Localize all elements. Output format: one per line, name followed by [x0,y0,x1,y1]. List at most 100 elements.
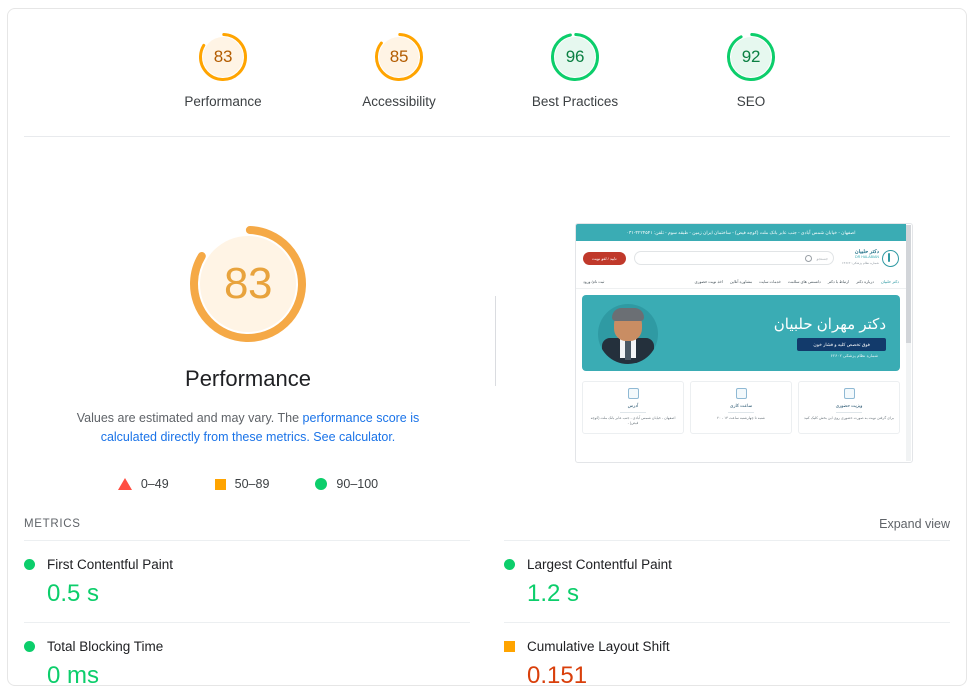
metric-cumulative-layout-shift[interactable]: Cumulative Layout Shift 0.151 [504,622,950,694]
circle-icon [24,559,35,570]
thumb-hero-license: شماره نظام پزشکی ۶۲۶۰۲ [830,353,878,358]
circle-icon [315,478,328,490]
description-text: Values are estimated and may vary. The [76,411,303,425]
card-body: شنبه تا چهارشنبه ساعت ۱۴ - ۲۰ [717,415,765,420]
metric-header: Cumulative Layout Shift [504,639,950,654]
metric-name: Largest Contentful Paint [527,557,672,572]
thumb-info-card: ویزیت حضوری برای گرفتن نوبت به صورت حضور… [798,381,900,434]
thumb-info-card: آدرس اصفهان - خیابان شمس آبادی - جنب عاب… [582,381,684,434]
metrics-grid: First Contentful Paint 0.5 s Largest Con… [24,540,950,694]
gauge-label: Performance [184,94,262,109]
card-title: آدرس [627,403,639,408]
metric-value: 1.2 s [527,580,580,607]
performance-gauge: 83 [185,221,311,347]
circle-icon [504,559,515,570]
metric-header: Largest Contentful Paint [504,557,950,572]
see-calculator-link[interactable]: See calculator. [310,430,395,444]
thumb-nav-item: دانستنی های سلامت [787,279,821,284]
thumb-announcement-bar: اصفهان - خیابان شمس آبادی - جنب عابر بان… [576,224,906,241]
score-legend: 0–49 50–89 90–100 [8,477,488,491]
card-rule [620,412,646,413]
thumb-logo: دکتر حلبیان DR HALABIAN شماره نظام پزشکی… [842,249,899,267]
triangle-icon [117,478,132,490]
metric-value: 0.5 s [47,580,100,607]
logo-icon [882,249,899,267]
legend-item-fail: 0–49 [117,477,169,491]
square-icon [214,478,226,490]
search-placeholder: جستجو [816,255,829,261]
section-divider [24,136,950,137]
gauge-score: 96 [565,47,585,66]
thumb-nav-item: مشاوره آنلاین [729,279,753,284]
legend-range: 90–100 [336,477,379,491]
square-icon [504,641,515,652]
performance-summary: 83 Performance Values are estimated and … [8,221,488,447]
metric-largest-contentful-paint[interactable]: Largest Contentful Paint 1.2 s [504,540,950,622]
legend-item-average: 50–89 [214,477,270,491]
thumbnail-content: اصفهان - خیابان شمس آبادی - جنب عابر بان… [576,224,906,462]
category-gauge-performance[interactable]: 83 Performance [163,31,283,109]
performance-title: Performance [185,366,311,391]
gauge-ring: 96 [549,31,601,83]
vertical-divider [495,296,496,386]
mail-icon [843,388,855,399]
thumb-login-link: ثبت نام/ ورود [583,279,605,284]
metric-first-contentful-paint[interactable]: First Contentful Paint 0.5 s [24,540,470,622]
thumb-info-card: ساعت کاری شنبه تا چهارشنبه ساعت ۱۴ - ۲۰ [690,381,792,434]
thumb-nav-item: اخذ نوبت حضوری [694,279,723,284]
category-score-strip: 83 Performance 85 Accessibility 96 Best … [8,9,966,128]
category-gauge-accessibility[interactable]: 85 Accessibility [339,31,459,109]
report-card: 83 Performance 85 Accessibility 96 Best … [7,8,967,689]
portrait-hair [612,308,644,321]
circle-icon [24,641,35,652]
category-gauge-best-practices[interactable]: 96 Best Practices [515,31,635,109]
performance-description: Values are estimated and may vary. The p… [48,409,448,447]
clock-icon [735,388,747,399]
thumb-site-header: دکتر حلبیان DR HALABIAN شماره نظام پزشکی… [576,241,906,275]
metrics-title: METRICS [24,518,81,530]
legend-range: 50–89 [234,477,270,491]
gauge-score: 92 [741,47,761,66]
category-gauge-seo[interactable]: 92 SEO [691,31,811,109]
pagespeed-report: 83 Performance 85 Accessibility 96 Best … [0,0,974,694]
gauge-label: Accessibility [362,94,436,109]
location-icon [627,388,639,399]
thumb-doctor-portrait [598,304,658,364]
gauge-score: 83 [213,47,233,66]
card-rule [836,412,862,413]
metric-total-blocking-time[interactable]: Total Blocking Time 0 ms [24,622,470,694]
thumb-nav-item: درباره دکتر [856,279,874,284]
gauge-label: Best Practices [531,94,619,109]
metric-name: Cumulative Layout Shift [527,639,670,654]
thumbnail-scrollbar[interactable] [906,225,911,461]
logo-sub: شماره نظام پزشکی: ۶۲۶۶۲ [842,260,879,265]
metric-name: Total Blocking Time [47,639,164,654]
thumb-nav-item: خدمات سایت [759,279,781,284]
card-body: اصفهان - خیابان شمس آبادی - جنب عابر بان… [590,415,676,426]
thumb-nav-item: دکتر حلبیان [880,279,899,284]
thumb-cta-button: تایید / لغو نوبت [583,251,626,265]
metric-header: Total Blocking Time [24,639,470,654]
thumb-nav-item: ارتباط با دکتر [827,279,850,284]
thumb-info-cards: ویزیت حضوری برای گرفتن نوبت به صورت حضور… [576,377,906,434]
gauge-score: 85 [389,47,409,66]
thumb-hero-name: دکتر مهران حلبیان [773,316,886,333]
legend-item-pass: 90–100 [315,477,378,491]
thumb-search-input: جستجو [633,251,835,265]
card-body: برای گرفتن نوبت به صورت حضوری روی این بخ… [804,415,894,420]
search-icon [805,254,813,262]
performance-score: 83 [224,259,272,308]
thumb-hero-tagline: فوق تخصص کلیه و فشار خون [797,338,886,351]
gauge-label: SEO [736,94,766,109]
metric-name: First Contentful Paint [47,557,174,572]
portrait-tie [625,340,631,360]
metric-header: First Contentful Paint [24,557,470,572]
legend-range: 0–49 [140,477,169,491]
card-title: ساعت کاری [729,403,753,408]
expand-view-button[interactable]: Expand view [879,517,950,531]
gauge-ring: 83 [197,31,249,83]
metrics-header: METRICS Expand view [24,517,950,531]
metric-value: 0.151 [527,662,588,689]
metric-value: 0 ms [47,662,100,689]
gauge-ring: 92 [725,31,777,83]
